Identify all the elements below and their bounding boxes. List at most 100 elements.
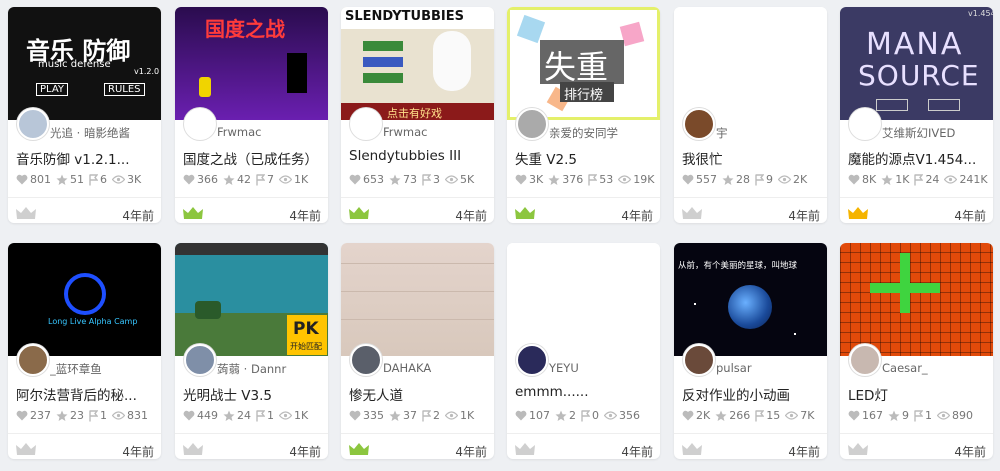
project-thumbnail[interactable] [840, 243, 993, 356]
project-card[interactable]: v1.454 MANA SOURCE 艾维斯幻IVED 魔能的源点V1.454.… [840, 7, 993, 223]
author-name[interactable]: DAHAKA [383, 361, 491, 375]
project-title[interactable]: 国度之战（已成任务） [183, 148, 323, 168]
project-thumbnail[interactable]: 国度之战 [175, 7, 328, 120]
crown-icon[interactable] [15, 441, 37, 457]
project-card[interactable]: 国度之战 Frwmac 国度之战（已成任务） 366 42 7 1K 4年前 [175, 7, 328, 223]
project-title[interactable]: 我很忙 [682, 148, 822, 168]
forks-count: 15 [766, 409, 781, 422]
thumb-button [876, 99, 908, 111]
project-card[interactable]: Long Live Alpha Camp _蓝环章鱼 阿尔法营背后的秘... 2… [8, 243, 161, 459]
avatar[interactable] [350, 344, 382, 376]
author-name[interactable]: 亲爱的安同学 [549, 125, 657, 141]
project-card[interactable]: PK 开始匹配 蒟蒻 · Dannr 光明战士 V3.5 449 24 1 1K… [175, 243, 328, 459]
project-thumbnail[interactable]: 音乐 防御 music defense v1.2.0 PLAY RULES [8, 7, 161, 120]
crown-icon[interactable] [348, 205, 370, 221]
author-name[interactable]: Frwmac [383, 125, 491, 139]
heart-icon [16, 174, 28, 185]
crown-icon[interactable] [182, 205, 204, 221]
crown-icon[interactable] [15, 205, 37, 221]
views-count: 19K [633, 173, 655, 186]
project-title[interactable]: 魔能的源点V1.454... [848, 148, 988, 168]
views-count: 1K [460, 409, 475, 422]
project-thumbnail[interactable]: Long Live Alpha Camp [8, 243, 161, 356]
crown-icon[interactable] [681, 205, 703, 221]
project-card[interactable]: 失重 排行榜 亲爱的安同学 失重 V2.5 3K 376 53 19K 4年前 [507, 7, 660, 223]
author-name[interactable]: Caesar_ [882, 361, 990, 375]
card-divider [507, 197, 660, 198]
project-title[interactable]: emmm...... [515, 384, 655, 400]
project-stats: 335 37 2 1K [349, 409, 494, 422]
crown-icon[interactable] [182, 441, 204, 457]
author-name[interactable]: Frwmac [217, 125, 325, 139]
project-card[interactable]: YEYU emmm...... 107 2 0 356 4年前 [507, 243, 660, 459]
forks-count: 9 [766, 173, 773, 186]
crown-icon[interactable] [514, 205, 536, 221]
project-title[interactable]: 反对作业的小动画 [682, 384, 822, 404]
project-title[interactable]: 惨无人道 [349, 384, 489, 404]
project-title[interactable]: 光明战士 V3.5 [183, 384, 323, 404]
avatar[interactable] [683, 344, 715, 376]
card-divider [674, 433, 827, 434]
project-title[interactable]: Slendytubbies III [349, 148, 489, 164]
project-thumbnail[interactable]: 从前，有个美丽的星球，叫地球 [674, 243, 827, 356]
crown-icon[interactable] [847, 205, 869, 221]
crown-icon[interactable] [514, 441, 536, 457]
stars-count: 42 [237, 173, 251, 186]
avatar[interactable] [683, 108, 715, 140]
author-name[interactable]: YEYU [549, 361, 657, 375]
project-title[interactable]: 失重 V2.5 [515, 148, 655, 168]
project-thumbnail[interactable]: 失重 排行榜 [507, 7, 660, 120]
avatar[interactable] [849, 108, 881, 140]
crown-icon[interactable] [847, 441, 869, 457]
heart-icon [515, 174, 527, 185]
avatar[interactable] [516, 344, 548, 376]
thumb-caption: 开始匹配 [290, 342, 322, 351]
project-card[interactable]: SLENDYTUBBIES 点击有好戏 Frwmac Slendytubbies… [341, 7, 494, 223]
project-stats: 801 51 6 3K [16, 173, 161, 186]
project-title[interactable]: 音乐防御 v1.2.1... [16, 148, 156, 168]
project-card[interactable]: 宇 我很忙 557 28 9 2K 4年前 [674, 7, 827, 223]
thumb-figure [199, 77, 211, 97]
avatar[interactable] [849, 344, 881, 376]
author-name[interactable]: 光追 · 暗影绝酱 [50, 125, 158, 141]
crown-icon[interactable] [681, 441, 703, 457]
project-thumbnail[interactable] [341, 243, 494, 356]
forks-stat: 24 [914, 173, 939, 186]
avatar[interactable] [17, 108, 49, 140]
views-count: 1K [294, 409, 309, 422]
crown-icon[interactable] [348, 441, 370, 457]
project-title[interactable]: LED灯 [848, 384, 988, 404]
card-divider [840, 433, 993, 434]
project-thumbnail[interactable]: SLENDYTUBBIES 点击有好戏 [341, 7, 494, 120]
thumb-led [870, 283, 940, 293]
avatar[interactable] [184, 108, 216, 140]
views-stat: 3K [112, 173, 141, 186]
avatar[interactable] [17, 344, 49, 376]
views-stat: 831 [112, 409, 148, 422]
project-card[interactable]: 音乐 防御 music defense v1.2.0 PLAY RULES 光追… [8, 7, 161, 223]
thumb-star [694, 303, 696, 305]
avatar[interactable] [350, 108, 382, 140]
author-name[interactable]: 艾维斯幻IVED [882, 125, 990, 141]
project-thumbnail[interactable] [674, 7, 827, 120]
author-name[interactable]: _蓝环章鱼 [50, 361, 158, 377]
heart-icon [682, 410, 694, 421]
stars-stat: 73 [389, 173, 417, 186]
project-title[interactable]: 阿尔法营背后的秘... [16, 384, 156, 404]
project-card[interactable]: Caesar_ LED灯 167 9 1 890 4年前 [840, 243, 993, 459]
likes-count: 449 [197, 409, 218, 422]
thumb-line [341, 263, 494, 264]
stars-count: 73 [403, 173, 417, 186]
avatar[interactable] [516, 108, 548, 140]
project-thumbnail[interactable]: v1.454 MANA SOURCE [840, 7, 993, 120]
project-age: 4年前 [621, 209, 653, 223]
project-card[interactable]: 从前，有个美丽的星球，叫地球 pulsar 反对作业的小动画 2K 266 15… [674, 243, 827, 459]
avatar[interactable] [184, 344, 216, 376]
thumb-version: v1.2.0 [134, 67, 160, 76]
project-thumbnail[interactable]: PK 开始匹配 [175, 243, 328, 356]
author-name[interactable]: 蒟蒻 · Dannr [217, 361, 325, 377]
project-thumbnail[interactable] [507, 243, 660, 356]
project-card[interactable]: DAHAKA 惨无人道 335 37 2 1K 4年前 [341, 243, 494, 459]
author-name[interactable]: pulsar [716, 361, 824, 375]
author-name[interactable]: 宇 [716, 125, 824, 141]
